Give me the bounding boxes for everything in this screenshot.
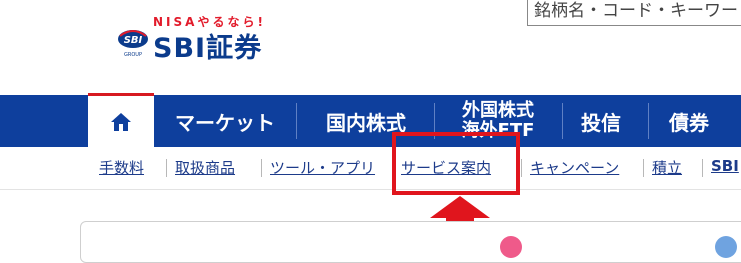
nav-foreign-stocks-line1: 外国株式	[462, 100, 534, 121]
annotation-highlight-box	[392, 132, 520, 195]
subnav-fees[interactable]: 手数料	[99, 157, 144, 178]
sub-nav: 手数料 取扱商品 ツール・アプリ サービス案内 キャンペーン 積立 SBI	[0, 147, 741, 190]
logo-mark-text: SBI	[124, 35, 143, 46]
search-input[interactable]	[527, 0, 741, 26]
nav-market[interactable]: マーケット	[160, 95, 290, 147]
subnav-divider	[643, 159, 644, 177]
subnav-divider	[702, 159, 703, 177]
nav-bonds[interactable]: 債券	[652, 95, 726, 147]
pink-circle-icon	[500, 236, 522, 258]
nav-bonds-label: 債券	[669, 110, 709, 135]
main-nav: マーケット 国内株式 外国株式 海外ETF 投信 債券	[0, 93, 741, 147]
blue-circle-icon	[715, 236, 737, 258]
content-card	[80, 221, 741, 263]
subnav-accumulation[interactable]: 積立	[652, 157, 682, 178]
sbi-logo[interactable]: NISAやるなら! SBI GROUP SBI証券	[117, 10, 287, 64]
nav-market-label: マーケット	[175, 110, 275, 135]
subnav-campaign[interactable]: キャンペーン	[530, 157, 619, 178]
logo-mark-sub: GROUP	[124, 52, 142, 58]
home-icon	[111, 112, 131, 131]
nav-divider	[296, 103, 297, 139]
nav-investment-trusts-label: 投信	[581, 110, 621, 135]
logo-brand-text: SBI証券	[153, 33, 263, 64]
nav-divider	[648, 103, 649, 139]
subnav-tools-apps[interactable]: ツール・アプリ	[270, 157, 375, 178]
nav-home[interactable]	[88, 93, 154, 147]
nav-investment-trusts[interactable]: 投信	[564, 95, 638, 147]
subnav-divider	[261, 159, 262, 177]
subnav-divider	[166, 159, 167, 177]
nav-divider	[562, 103, 563, 139]
subnav-divider	[521, 159, 522, 177]
sbi-group-mark-icon: SBI GROUP	[118, 30, 148, 58]
subnav-sbi[interactable]: SBI	[711, 157, 739, 175]
subnav-products[interactable]: 取扱商品	[175, 157, 235, 178]
